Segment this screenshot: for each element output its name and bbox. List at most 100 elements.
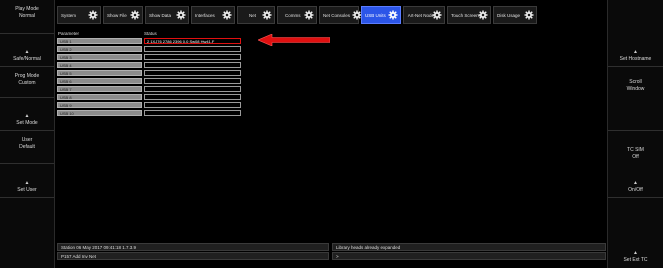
status-cell[interactable] [144,110,241,116]
set-user-button[interactable]: ▲ Set User [0,164,54,198]
chevron-up-icon: ▲ [24,49,30,55]
prog-mode-value: Custom [18,80,36,86]
param-cell[interactable]: USB 10 [57,110,142,116]
tab-label: System [61,12,77,18]
set-user-label: Set User [17,187,37,193]
set-ext-tc-label: Set Ext TC [623,257,648,263]
red-arrow-icon [258,34,330,46]
param-cell[interactable]: USB 8 [57,94,142,100]
status-cell[interactable] [144,78,241,84]
user-value: Default [19,144,35,150]
table-row[interactable]: USB 3 [57,54,247,61]
tab-label: Touch Screens [451,12,481,18]
tab-label: Net [249,12,257,18]
param-cell[interactable]: USB 6 [57,78,142,84]
table-row[interactable]: USB 10 [57,110,247,117]
status-cell[interactable] [144,102,241,108]
param-cell[interactable]: USB 9 [57,102,142,108]
table-row[interactable]: USB 7 [57,86,247,93]
gear-icon [130,10,140,20]
left-side-panel: Play Mode Normal ▲ Safe/Normal Prog Mode… [0,0,55,268]
table-row[interactable]: USB 4 [57,62,247,69]
command-line[interactable]: P157 Add Inv Net [57,252,329,260]
status-cell[interactable] [144,94,241,100]
tab-bar: System Show File Show Data Interfaces Ne… [57,6,537,26]
gear-icon [478,10,488,20]
param-cell[interactable]: USB 5 [57,70,142,76]
gear-icon [304,10,314,20]
tab-label: Show File [107,12,127,18]
status-header: Status [144,31,157,36]
right-side-panel: ▲ Set Hostname Scroll Window TC SIM Off … [607,0,663,268]
play-mode-button[interactable]: Play Mode Normal [0,0,54,34]
on-off-label: On/Off [628,187,643,193]
tab-label: USB Units [365,12,386,18]
gear-icon [432,10,442,20]
tab-comms[interactable]: Comms [277,6,317,24]
gear-icon [262,10,272,20]
status-cell[interactable] [144,86,241,92]
scroll-title: Scroll [629,79,642,85]
table-row[interactable]: USB 9 [57,102,247,109]
safe-normal-label: Safe/Normal [13,56,41,62]
chevron-up-icon: ▲ [24,180,30,186]
set-mode-button[interactable]: ▲ Set Mode [0,98,54,131]
tc-sim-value: Off [632,154,639,160]
tab-label: Disk Usage [497,12,521,18]
param-cell[interactable]: USB 3 [57,54,142,60]
tab-label: Comms [285,12,301,18]
tab-interfaces[interactable]: Interfaces [191,6,235,24]
tc-sim-button[interactable]: TC SIM Off ▲ On/Off [608,131,663,198]
status-bar: Station 06 May 2017 09:41:18 1.7.3.9 P15… [57,243,606,262]
table-row[interactable]: USB 1 2 1XJ76 2786 2396 0.0 Sw08 Hw41.F [57,38,247,45]
tab-net[interactable]: Net [237,6,275,24]
status-cell[interactable]: 2 1XJ76 2786 2396 0.0 Sw08 Hw41.F [144,38,241,44]
tab-art-net-nodes[interactable]: Art-Net Nodes [403,6,445,24]
gear-icon [176,10,186,20]
set-mode-label: Set Mode [16,120,38,126]
safe-normal-button[interactable]: ▲ Safe/Normal [0,34,54,67]
status-line-1: Station 06 May 2017 09:41:18 1.7.3.9 [57,243,329,251]
table-row[interactable]: USB 2 [57,46,247,53]
param-cell[interactable]: USB 1 [57,38,142,44]
user-button[interactable]: User Default [0,131,54,164]
set-hostname-label: Set Hostname [619,56,652,62]
status-cell[interactable] [144,46,241,52]
tab-system[interactable]: System [57,6,101,24]
param-cell[interactable]: USB 7 [57,86,142,92]
chevron-up-icon: ▲ [24,113,30,119]
message-line: Library heads already expanded [332,243,606,251]
prog-mode-button[interactable]: Prog Mode Custom [0,67,54,98]
tc-sim-title: TC SIM [627,147,644,153]
chevron-up-icon: ▲ [633,49,638,55]
tab-show-file[interactable]: Show File [103,6,143,24]
table-row[interactable]: USB 8 [57,94,247,101]
status-cell[interactable] [144,62,241,68]
tab-net-consoles[interactable]: Net Consoles [319,6,362,24]
set-hostname-button[interactable]: ▲ Set Hostname [608,34,663,67]
gear-icon [524,10,534,20]
tab-disk-usage[interactable]: Disk Usage [493,6,537,24]
parameter-header: Parameter [58,31,80,36]
gear-icon [88,10,98,20]
chevron-up-icon: ▲ [633,250,638,256]
table-row[interactable]: USB 5 [57,70,247,77]
status-cell[interactable] [144,70,241,76]
chevron-up-icon: ▲ [633,180,638,186]
param-cell[interactable]: USB 2 [57,46,142,52]
play-mode-value: Normal [18,13,36,19]
status-cell[interactable] [144,54,241,60]
play-mode-title: Play Mode [15,6,39,12]
tab-usb-units[interactable]: USB Units [361,6,401,24]
param-cell[interactable]: USB 4 [57,62,142,68]
table-row[interactable]: USB 6 [57,78,247,85]
tab-label: Net Consoles [323,12,351,18]
scroll-value: Window [626,86,645,92]
prompt-line[interactable]: > [332,252,606,260]
tab-show-data[interactable]: Show Data [145,6,189,24]
set-ext-tc-button[interactable]: ▲ Set Ext TC [608,198,663,267]
prog-mode-title: Prog Mode [14,73,40,79]
scroll-window-button[interactable]: Scroll Window [608,67,663,131]
tab-touch-screens[interactable]: Touch Screens [447,6,491,24]
tab-label: Interfaces [195,12,215,18]
